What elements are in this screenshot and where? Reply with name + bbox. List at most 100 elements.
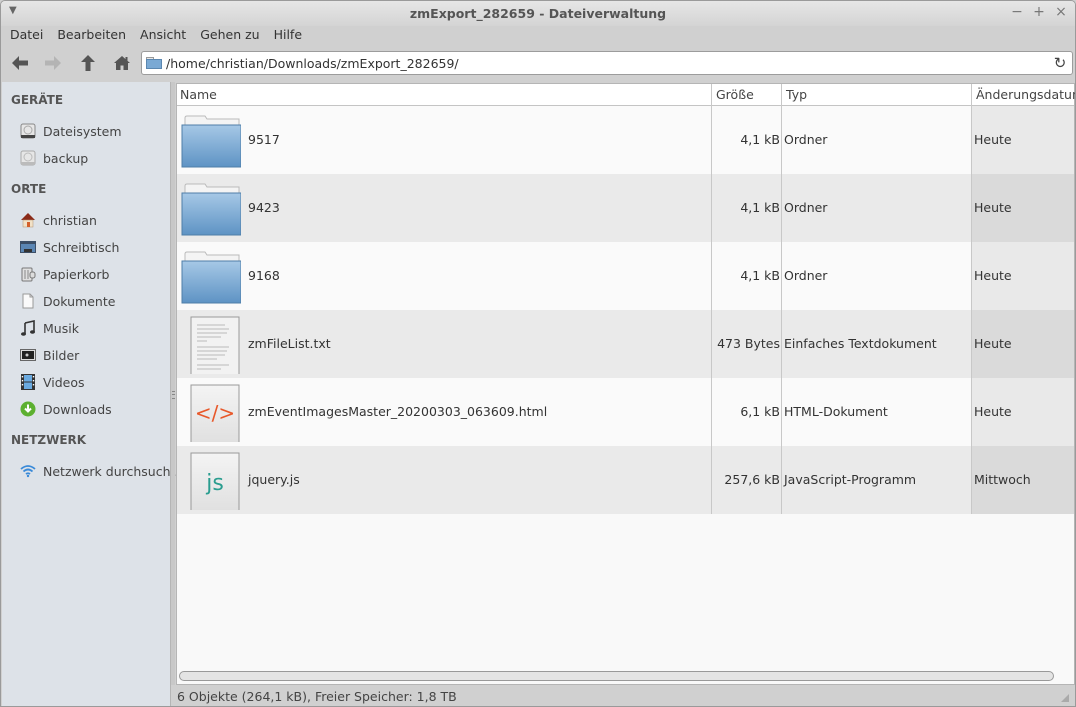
back-button[interactable]	[9, 52, 31, 74]
file-row[interactable]: js jquery.js 257,6 kB JavaScript-Program…	[177, 446, 1074, 514]
folder-icon	[146, 57, 162, 69]
music-icon	[20, 320, 36, 336]
menu-datei[interactable]: Datei	[3, 26, 50, 46]
sidebar-item-dokumente[interactable]: Dokumente	[20, 291, 170, 311]
file-row[interactable]: 9168 4,1 kB Ordner Heute	[177, 242, 1074, 310]
location-bar[interactable]: /home/christian/Downloads/zmExport_28265…	[141, 51, 1073, 75]
sidebar-heading-devices: GERÄTE	[11, 93, 64, 107]
file-row[interactable]: zmFileList.txt 473 Bytes Einfaches Textd…	[177, 310, 1074, 378]
menu-gehen-zu[interactable]: Gehen zu	[193, 26, 266, 46]
file-row[interactable]: 9517 4,1 kB Ordner Heute	[177, 106, 1074, 174]
arrow-right-icon	[45, 56, 61, 70]
file-type: Ordner	[784, 200, 828, 215]
sidebar-item-bilder[interactable]: Bilder	[20, 345, 170, 365]
toolbar: /home/christian/Downloads/zmExport_28265…	[1, 48, 1075, 78]
folder-icon	[181, 251, 241, 304]
status-text: 6 Objekte (264,1 kB), Freier Speicher: 1…	[177, 689, 457, 704]
file-row[interactable]: </> zmEventImagesMaster_20200303_063609.…	[177, 378, 1074, 446]
sidebar-heading-places: ORTE	[11, 182, 47, 196]
text-file-icon	[190, 316, 240, 374]
file-date: Heute	[974, 336, 1012, 351]
trash-icon	[20, 266, 36, 282]
file-type: Einfaches Textdokument	[784, 336, 937, 351]
pane-resize-handle[interactable]	[172, 391, 175, 399]
home-icon	[114, 56, 130, 70]
file-date: Heute	[974, 268, 1012, 283]
file-size: 6,1 kB	[740, 404, 780, 419]
window-resize-grip[interactable]	[1061, 694, 1069, 702]
file-size: 4,1 kB	[740, 268, 780, 283]
svg-text:js: js	[205, 471, 224, 496]
file-size: 257,6 kB	[724, 472, 780, 487]
sidebar-item-backup[interactable]: backup	[20, 148, 170, 168]
maximize-button[interactable]: +	[1031, 4, 1047, 20]
menu-ansicht[interactable]: Ansicht	[133, 26, 193, 46]
close-button[interactable]: ×	[1053, 4, 1069, 20]
file-name: 9168	[248, 268, 280, 283]
menu-hilfe[interactable]: Hilfe	[267, 26, 309, 46]
downloads-icon	[20, 401, 36, 417]
folder-icon	[181, 183, 241, 236]
forward-button[interactable]	[42, 52, 64, 74]
column-divider[interactable]	[781, 84, 782, 514]
file-date: Heute	[974, 132, 1012, 147]
file-date: Heute	[974, 404, 1012, 419]
sidebar-item-papierkorb[interactable]: Papierkorb	[20, 264, 170, 284]
file-name: jquery.js	[248, 472, 300, 487]
column-divider[interactable]	[971, 84, 972, 514]
file-name: zmFileList.txt	[248, 336, 331, 351]
file-size: 4,1 kB	[740, 132, 780, 147]
file-name: zmEventImagesMaster_20200303_063609.html	[248, 404, 548, 419]
file-type: HTML-Dokument	[784, 404, 888, 419]
column-type[interactable]: Typ	[786, 87, 807, 102]
column-divider[interactable]	[711, 84, 712, 514]
file-date: Heute	[974, 200, 1012, 215]
sidebar-item-downloads[interactable]: Downloads	[20, 399, 170, 419]
sidebar-item-christian[interactable]: christian	[20, 210, 170, 230]
file-type: Ordner	[784, 132, 828, 147]
svg-text:</>: </>	[195, 401, 235, 425]
menu-bearbeiten[interactable]: Bearbeiten	[50, 26, 133, 46]
folder-icon	[181, 115, 241, 168]
column-size[interactable]: Größe	[716, 87, 754, 102]
pane-separator[interactable]	[171, 82, 175, 685]
html-file-icon: </>	[190, 384, 240, 442]
sidebar-item-videos[interactable]: Videos	[20, 372, 170, 392]
drive-icon	[20, 150, 36, 166]
location-path[interactable]: /home/christian/Downloads/zmExport_28265…	[166, 56, 1050, 71]
file-type: JavaScript-Programm	[784, 472, 917, 487]
file-type: Ordner	[784, 268, 828, 283]
up-button[interactable]	[77, 52, 99, 74]
reload-icon[interactable]: ↻	[1050, 54, 1070, 72]
file-manager-window: ▼ zmExport_282659 - Dateiverwaltung − + …	[0, 0, 1076, 707]
file-name: 9423	[248, 200, 280, 215]
wifi-icon	[20, 463, 36, 479]
document-icon	[20, 293, 36, 309]
home-icon	[20, 212, 36, 228]
column-date[interactable]: Änderungsdatum	[976, 87, 1075, 102]
file-size: 473 Bytes	[717, 336, 780, 351]
arrow-up-icon	[81, 55, 95, 71]
file-size: 4,1 kB	[740, 200, 780, 215]
menubar: Datei Bearbeiten Ansicht Gehen zu Hilfe	[1, 26, 1075, 46]
horizontal-scrollbar[interactable]	[179, 671, 1054, 681]
file-list: Name Größe Typ Änderungsdatum 9517 4,1 k…	[176, 83, 1075, 685]
desktop-icon	[20, 239, 36, 255]
sidebar-item-dateisystem[interactable]: Dateisystem	[20, 121, 170, 141]
videos-icon	[20, 374, 36, 390]
file-name: 9517	[248, 132, 280, 147]
sidebar-item-schreibtisch[interactable]: Schreibtisch	[20, 237, 170, 257]
minimize-button[interactable]: −	[1009, 4, 1025, 20]
sidebar: GERÄTE Dateisystem backup ORTE christian…	[2, 82, 182, 706]
sidebar-item-musik[interactable]: Musik	[20, 318, 170, 338]
titlebar: ▼ zmExport_282659 - Dateiverwaltung − + …	[1, 1, 1075, 26]
sidebar-heading-network: NETZWERK	[11, 433, 87, 447]
js-file-icon: js	[190, 452, 240, 510]
home-button[interactable]	[111, 52, 133, 74]
statusbar: 6 Objekte (264,1 kB), Freier Speicher: 1…	[176, 685, 1075, 706]
file-row[interactable]: 9423 4,1 kB Ordner Heute	[177, 174, 1074, 242]
sidebar-item-netzwerk[interactable]: Netzwerk durchsuch...	[20, 461, 182, 481]
arrow-left-icon	[12, 56, 28, 70]
column-name[interactable]: Name	[180, 87, 217, 102]
file-date: Mittwoch	[974, 472, 1031, 487]
